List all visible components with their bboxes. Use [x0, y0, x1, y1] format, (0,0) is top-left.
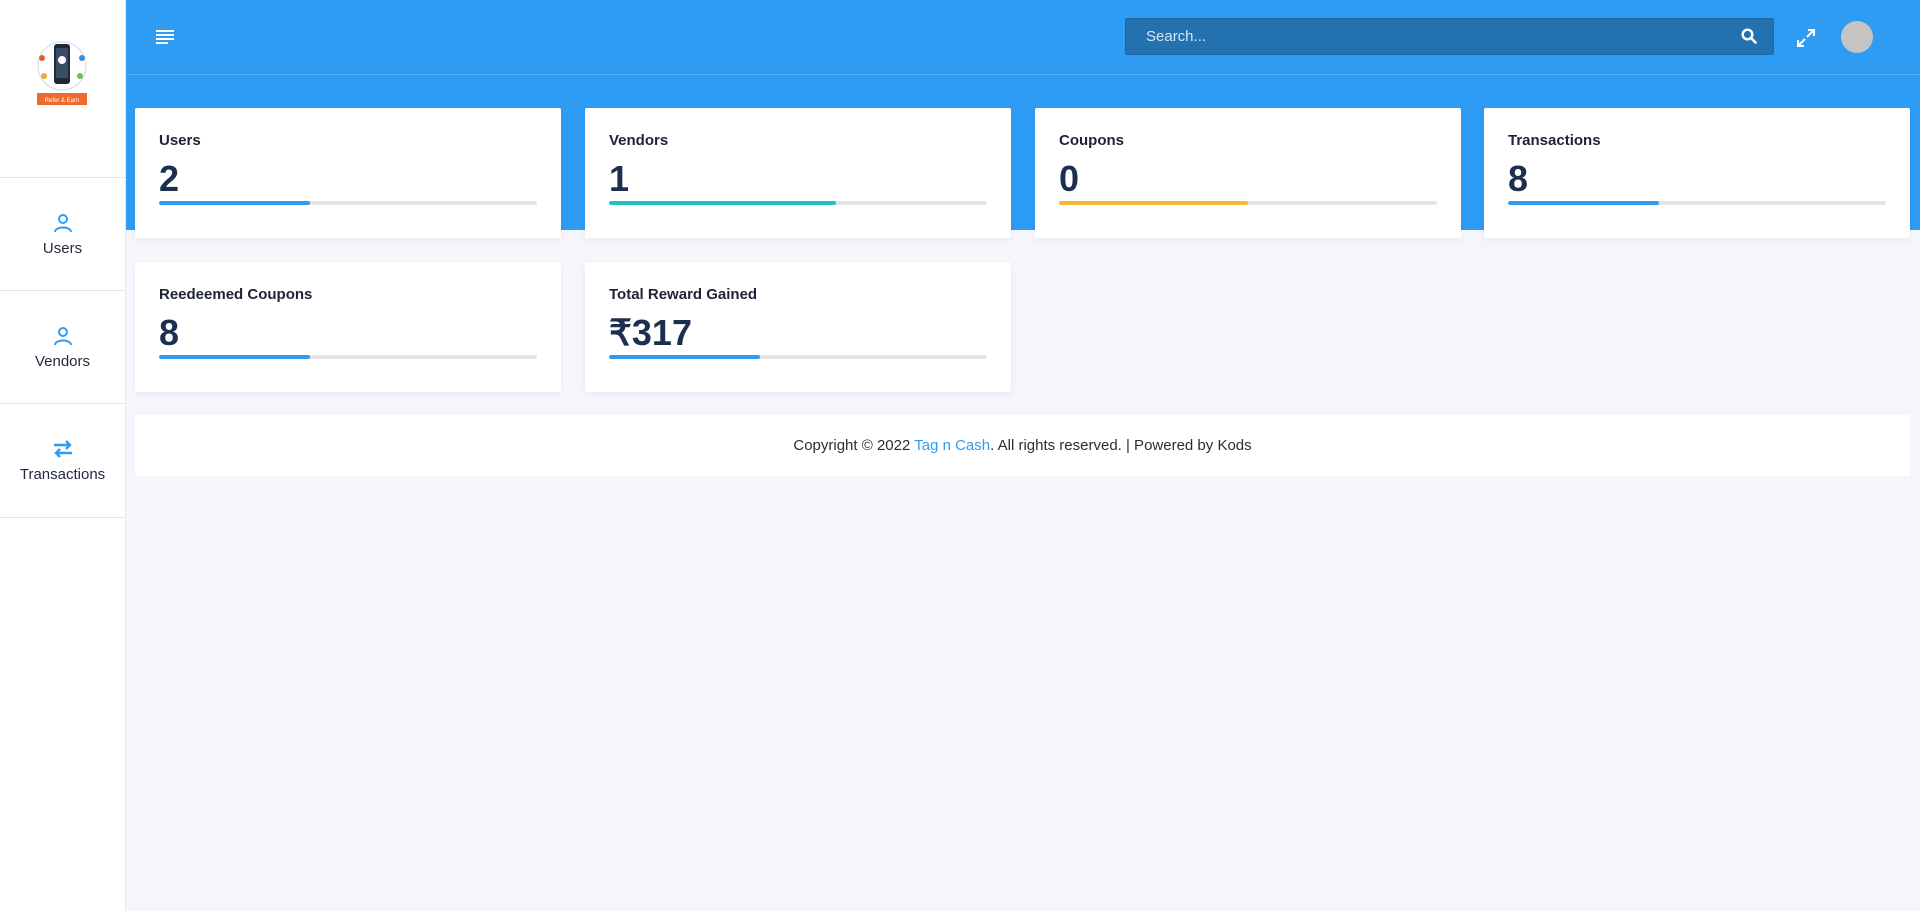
progress-bar — [1059, 201, 1437, 205]
progress-bar — [1508, 201, 1886, 205]
card-title: Total Reward Gained — [609, 286, 758, 303]
stat-card-coupons: Coupons 0 — [1035, 108, 1461, 238]
progress-bar — [609, 201, 987, 205]
sidebar-item-vendors[interactable]: Vendors — [0, 290, 125, 404]
sidebar-item-label: Users — [42, 240, 83, 257]
stat-card-users: Users 2 — [135, 108, 561, 238]
card-title: Coupons — [1059, 132, 1124, 149]
progress-bar — [609, 355, 987, 359]
search-box — [1125, 18, 1774, 55]
progress-fill — [609, 201, 836, 205]
logo[interactable]: Refer & Earn — [34, 36, 90, 108]
avatar[interactable] — [1841, 21, 1873, 53]
progress-bar — [159, 201, 537, 205]
card-value: 1 — [609, 158, 630, 199]
footer-prefix: Copyright © 2022 — [793, 437, 915, 454]
card-value: ₹317 — [609, 312, 692, 353]
search-input[interactable] — [1126, 19, 1726, 54]
stat-card-total-reward: Total Reward Gained ₹317 — [585, 262, 1011, 392]
card-title: Vendors — [609, 132, 669, 149]
user-icon — [53, 327, 72, 346]
footer-company-link[interactable]: Tag n Cash — [914, 437, 990, 454]
progress-fill — [609, 355, 761, 359]
card-value: 8 — [159, 312, 180, 353]
user-icon — [53, 214, 72, 233]
card-value: 2 — [159, 158, 180, 199]
stat-card-redeemed-coupons: Reedeemed Coupons 8 — [135, 262, 561, 392]
expand-icon[interactable] — [1796, 28, 1816, 48]
footer-copyright: Copyright © 2022 Tag n Cash. All rights … — [793, 437, 1251, 454]
sidebar-item-transactions[interactable]: Transactions — [0, 403, 125, 518]
progress-fill — [159, 201, 311, 205]
progress-bar — [159, 355, 537, 359]
search-icon[interactable] — [1741, 28, 1757, 44]
card-value: 8 — [1508, 158, 1529, 199]
card-value: 0 — [1059, 158, 1080, 199]
header-divider — [125, 74, 1920, 75]
sidebar-item-label: Transactions — [19, 466, 106, 483]
refer-and-earn-logo-icon: Refer & Earn — [37, 41, 87, 105]
stat-card-vendors: Vendors 1 — [585, 108, 1011, 238]
hamburger-menu-icon[interactable] — [156, 28, 176, 46]
footer-suffix: . All rights reserved. | Powered by Kods — [990, 437, 1252, 454]
stat-card-transactions: Transactions 8 — [1484, 108, 1910, 238]
card-title: Users — [159, 132, 201, 149]
footer: Copyright © 2022 Tag n Cash. All rights … — [135, 415, 1910, 476]
transfer-arrows-icon — [53, 440, 72, 458]
progress-fill — [1059, 201, 1248, 205]
card-title: Reedeemed Coupons — [159, 286, 313, 303]
sidebar-item-label: Vendors — [34, 353, 91, 370]
card-title: Transactions — [1508, 132, 1601, 149]
logo-text: Refer & Earn — [45, 98, 80, 104]
progress-fill — [1508, 201, 1660, 205]
progress-fill — [159, 355, 311, 359]
sidebar: Refer & Earn Users Vendors Transactions — [0, 0, 126, 911]
sidebar-item-users[interactable]: Users — [0, 177, 125, 291]
